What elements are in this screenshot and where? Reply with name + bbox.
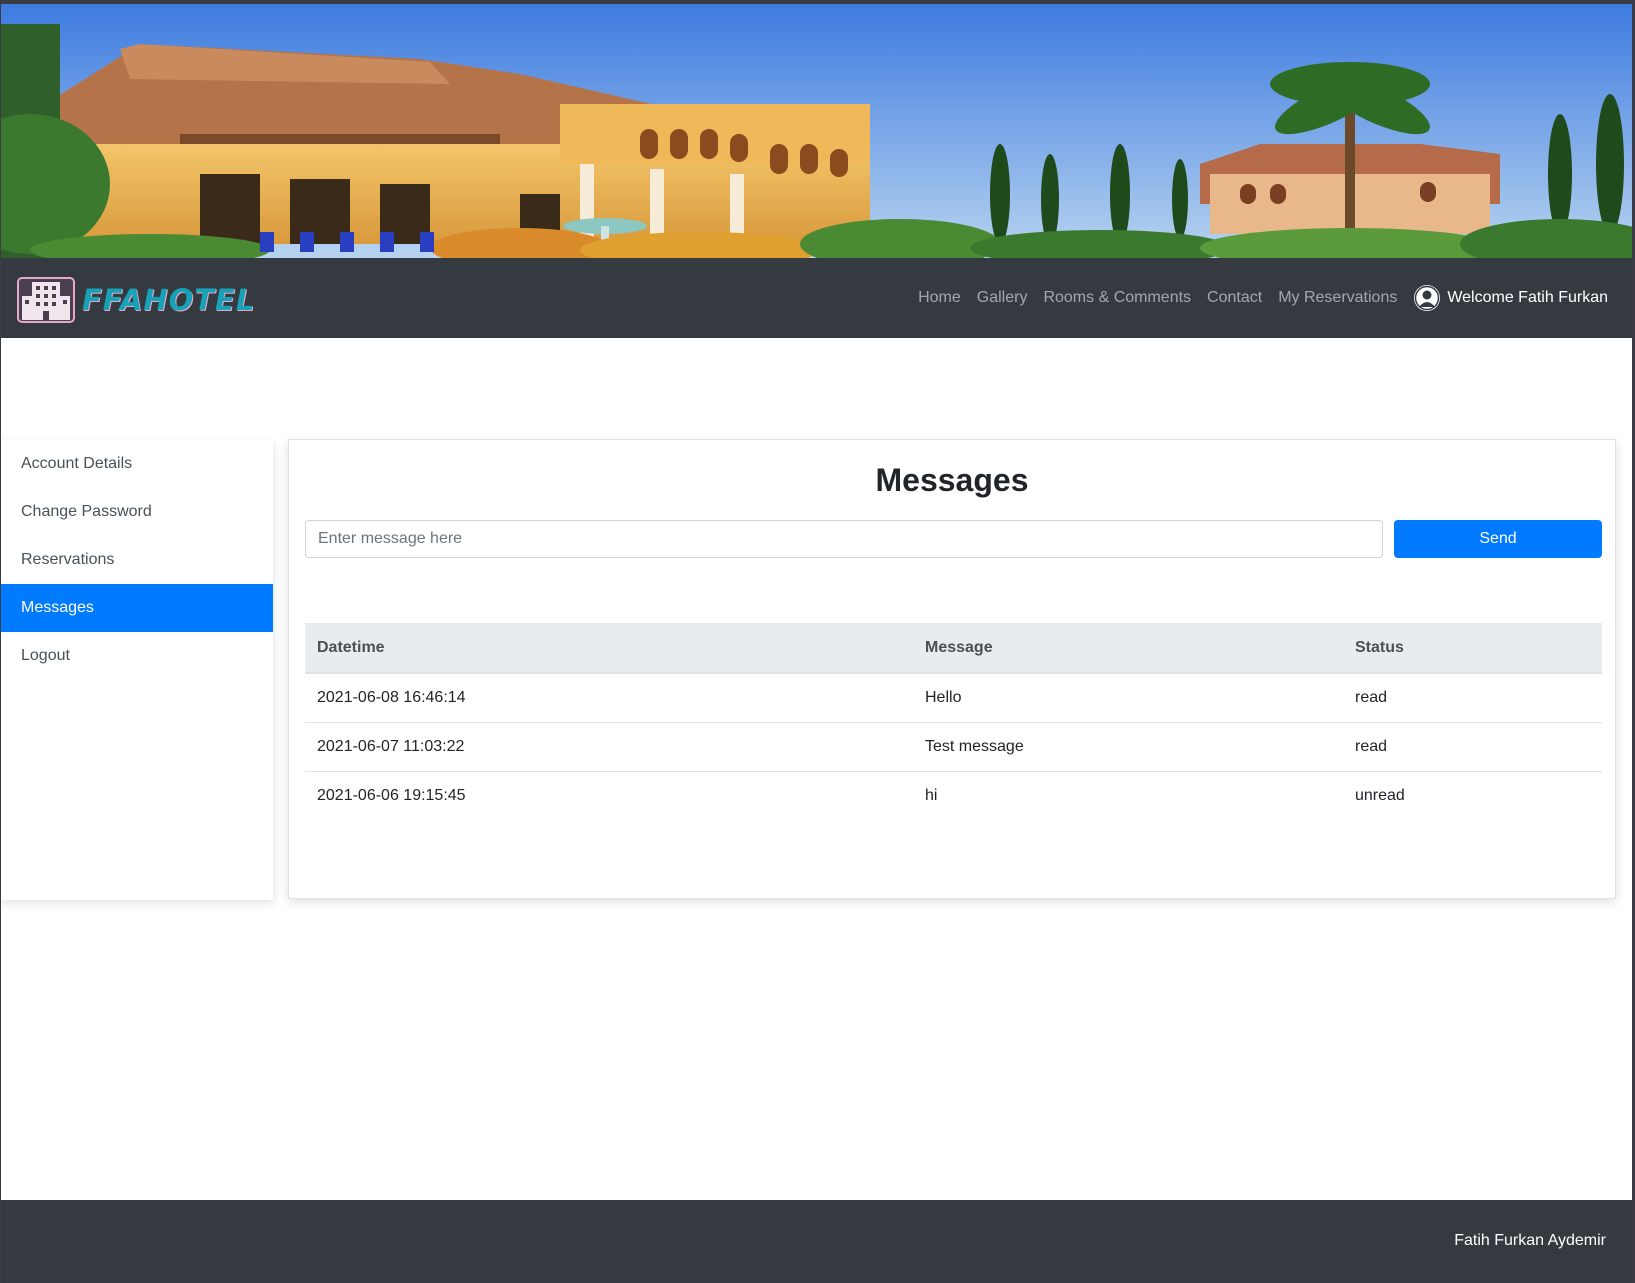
cell-status: unread xyxy=(1355,787,1405,804)
nav-my-reservations[interactable]: My Reservations xyxy=(1278,289,1397,307)
sidebar-item-change-password[interactable]: Change Password xyxy=(1,488,273,536)
cell-datetime: 2021-06-08 16:46:14 xyxy=(305,673,913,723)
page-title: Messages xyxy=(875,462,1029,498)
table-row: 2021-06-07 11:03:22 Test message read xyxy=(305,722,1602,772)
hotel-building-icon xyxy=(17,277,75,323)
nav-rooms-comments[interactable]: Rooms & Comments xyxy=(1043,289,1191,307)
cell-status: read xyxy=(1343,722,1602,772)
user-menu[interactable]: Welcome Fatih Furkan xyxy=(1413,284,1608,312)
messages-table: Datetime Message Status 2021-06-08 16:46… xyxy=(305,623,1602,820)
account-sidebar: Account Details Change Password Reservat… xyxy=(1,440,273,900)
table-row: 2021-06-06 19:15:45 hi unread xyxy=(305,772,1602,821)
brand-link[interactable]: FFAHOTEL xyxy=(16,276,255,324)
cell-status: read xyxy=(1343,673,1602,723)
navbar: FFAHOTEL Home Gallery Rooms & Comments C… xyxy=(0,258,1632,338)
sidebar-item-reservations[interactable]: Reservations xyxy=(1,536,273,584)
header-datetime: Datetime xyxy=(305,623,913,674)
hotel-banner-image xyxy=(0,4,1632,258)
user-avatar-icon xyxy=(1414,285,1441,311)
sidebar-item-messages[interactable]: Messages xyxy=(1,584,273,632)
footer-author: Fatih Furkan Aydemir xyxy=(1454,1232,1606,1249)
brand-name: FFAHOTEL xyxy=(82,283,256,317)
window-frame-left xyxy=(0,0,1,1283)
message-input[interactable] xyxy=(305,520,1383,558)
cell-message: hi xyxy=(925,787,938,804)
cell-message: Hello xyxy=(913,673,1343,723)
header-message: Message xyxy=(913,623,1343,674)
nav-home[interactable]: Home xyxy=(918,289,961,307)
nav-links: Home Gallery Rooms & Comments Contact My… xyxy=(902,258,1608,338)
sidebar-item-account-details[interactable]: Account Details xyxy=(1,440,273,488)
footer: Fatih Furkan Aydemir xyxy=(0,1200,1632,1283)
table-header-row: Datetime Message Status xyxy=(305,623,1602,674)
nav-gallery[interactable]: Gallery xyxy=(977,289,1028,307)
header-status: Status xyxy=(1343,623,1602,674)
welcome-text: Welcome Fatih Furkan xyxy=(1447,289,1608,306)
messages-card: Messages Send Datetime Message Status 20… xyxy=(288,439,1616,899)
cell-message: Test message xyxy=(913,722,1343,772)
table-row: 2021-06-08 16:46:14 Hello read xyxy=(305,673,1602,723)
sidebar-item-logout[interactable]: Logout xyxy=(1,632,273,680)
nav-contact[interactable]: Contact xyxy=(1207,289,1262,307)
send-button[interactable]: Send xyxy=(1394,520,1602,558)
cell-datetime: 2021-06-06 19:15:45 xyxy=(317,787,466,804)
cell-datetime: 2021-06-07 11:03:22 xyxy=(305,722,913,772)
